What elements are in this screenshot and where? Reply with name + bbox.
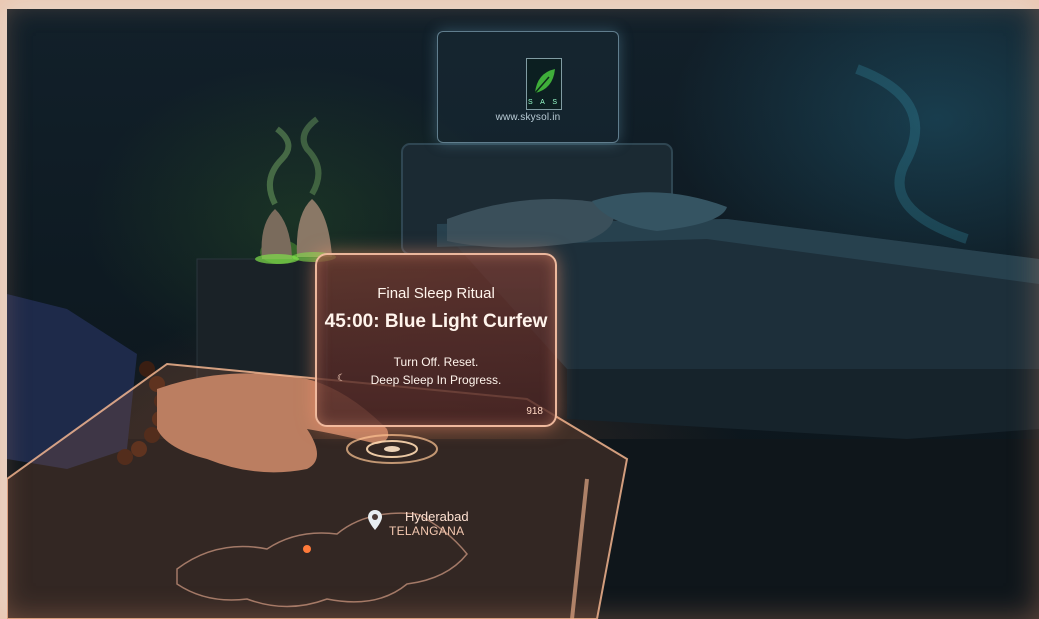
panel-title: Final Sleep Ritual xyxy=(377,285,495,302)
map-city-label: Hyderabad xyxy=(405,509,469,524)
map-state-label: TELANGANA xyxy=(389,524,465,538)
diffuser-vase-2 xyxy=(296,199,332,257)
panel-number: 918 xyxy=(526,406,543,417)
panel-headline: 45:00: Blue Light Curfew xyxy=(324,311,548,332)
sleep-ritual-panel: Final Sleep Ritual 45:00: Blue Light Cur… xyxy=(315,253,557,427)
bed-side xyxy=(567,369,1039,439)
teal-smoke xyxy=(855,64,969,244)
location-pin-icon xyxy=(368,510,382,530)
mist-2 xyxy=(300,116,322,196)
panel-line-1: Turn Off. Reset. xyxy=(393,355,479,369)
scene-frame: S A S www.skysol.in Final Sleep Ritual 4… xyxy=(7,9,1039,619)
panel-line-2: Deep Sleep In Progress. xyxy=(370,373,502,387)
diffuser-ring-1 xyxy=(255,254,299,264)
sign-letters: S A S xyxy=(527,99,561,106)
map-dot xyxy=(303,545,311,553)
diffuser-vase-1 xyxy=(261,209,292,259)
brand-sign: S A S www.skysol.in xyxy=(437,31,619,143)
mist-1 xyxy=(266,126,292,206)
leaf-logo-icon: S A S xyxy=(526,58,562,110)
sign-url: www.skysol.in xyxy=(495,112,561,123)
